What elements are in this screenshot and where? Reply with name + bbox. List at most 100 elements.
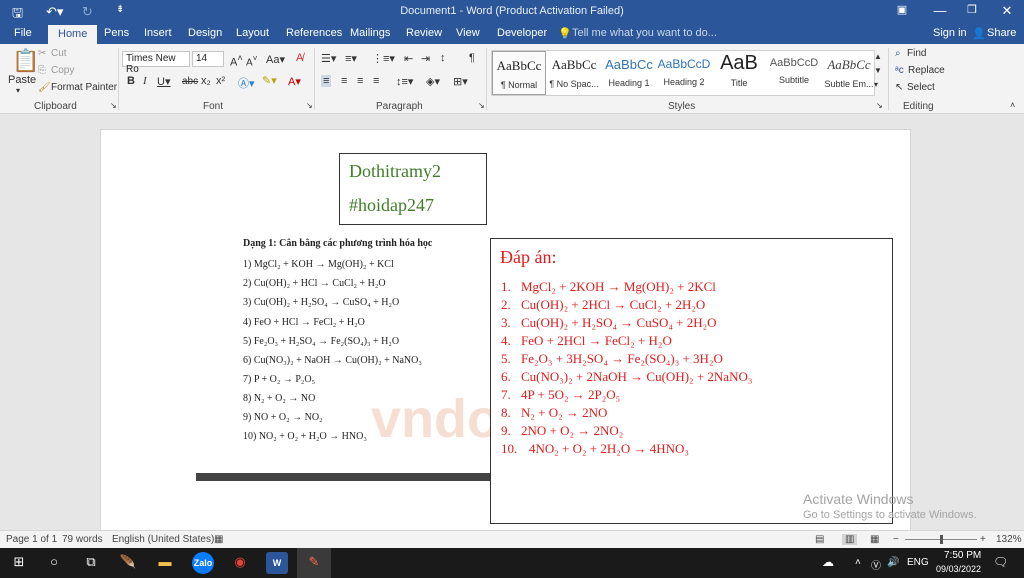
tab-file[interactable]: File	[14, 27, 32, 39]
share-button[interactable]: Share	[987, 27, 1016, 39]
zoom-slider-thumb[interactable]	[940, 535, 943, 544]
clock-date[interactable]: 09/03/2022	[936, 564, 981, 574]
select-icon[interactable]: ↖	[895, 82, 903, 93]
tab-references[interactable]: References	[286, 27, 342, 39]
style-subtitle[interactable]: AaBbCcD Subtitle	[767, 51, 821, 95]
zoom-in-button[interactable]: +	[980, 534, 986, 545]
align-center-icon[interactable]: ≡	[341, 75, 347, 87]
sign-in-link[interactable]: Sign in	[933, 27, 967, 39]
restore-button[interactable]: ❐	[957, 3, 987, 16]
answer-text-box[interactable]: Đáp án: 1. MgCl₂ + 2KOH → Mg(OH)₂ + 2KCl …	[490, 238, 893, 524]
text-effects-icon[interactable]: Ⓐ▾	[238, 75, 255, 91]
clipboard-launcher-icon[interactable]: ↘	[110, 101, 117, 110]
shading-icon[interactable]: ◈▾	[426, 75, 440, 88]
cut-button[interactable]: Cut	[51, 48, 67, 59]
grow-font-icon[interactable]: A˄	[230, 53, 243, 69]
read-mode-icon[interactable]: ▤	[815, 534, 824, 545]
web-layout-icon[interactable]: ▦	[870, 534, 879, 545]
zalo-icon[interactable]: Zalo	[192, 552, 214, 574]
highlight-icon[interactable]: ✎▾	[262, 74, 277, 87]
close-button[interactable]: ✕	[992, 3, 1022, 19]
font-size-combo[interactable]: 14	[192, 51, 224, 67]
tab-pens[interactable]: Pens	[104, 27, 129, 39]
format-painter-icon[interactable]: 🖌	[38, 82, 51, 93]
tab-developer[interactable]: Developer	[497, 27, 547, 39]
tab-view[interactable]: View	[456, 27, 480, 39]
notification-icon[interactable]: 🗨	[993, 555, 1008, 569]
print-layout-icon[interactable]: ▥	[842, 534, 858, 545]
format-painter-button[interactable]: Format Painter	[51, 82, 117, 93]
font-launcher-icon[interactable]: ↘	[306, 101, 313, 110]
show-hidden-icons[interactable]: ˄	[855, 557, 861, 568]
align-right-icon[interactable]: ≡	[357, 75, 363, 87]
bold-button[interactable]: B	[127, 75, 135, 87]
multilevel-list-icon[interactable]: ⋮≡▾	[372, 52, 395, 65]
onedrive-icon[interactable]: ☁	[822, 555, 834, 569]
search-icon[interactable]: ○	[43, 554, 65, 569]
change-case-icon[interactable]: Aa▾	[266, 53, 285, 66]
styles-scroll-up-icon[interactable]: ▲	[874, 52, 882, 61]
paste-icon[interactable]: 📋	[12, 48, 39, 74]
numbering-icon[interactable]: ≡▾	[345, 52, 357, 65]
volume-icon[interactable]: 🔊	[887, 557, 899, 568]
zoom-out-button[interactable]: −	[893, 534, 899, 545]
copy-icon[interactable]: ⎘	[38, 65, 46, 76]
superscript-button[interactable]: x²	[216, 75, 225, 87]
font-name-combo[interactable]: Times New Ro	[122, 51, 190, 75]
tell-me-search[interactable]: Tell me what you want to do...	[572, 27, 717, 39]
style-subtle-emphasis[interactable]: AaBbCc Subtle Em...	[822, 51, 876, 95]
document-page[interactable]: Dothitramy2 #hoidap247 vndoc Dạng 1: Cân…	[100, 129, 911, 539]
show-marks-icon[interactable]: ¶	[469, 52, 475, 64]
feather-app-icon[interactable]: 🪶	[117, 554, 139, 570]
tab-design[interactable]: Design	[188, 27, 222, 39]
file-explorer-icon[interactable]: ▬	[154, 554, 176, 569]
tab-layout[interactable]: Layout	[236, 27, 269, 39]
line-spacing-icon[interactable]: ↕≡▾	[396, 75, 413, 88]
pen-app-icon[interactable]: ✎	[303, 554, 325, 570]
clock-time[interactable]: 7:50 PM	[944, 550, 981, 561]
style-heading-2[interactable]: AaBbCcD Heading 2	[657, 51, 711, 95]
replace-icon[interactable]: ᵃc	[895, 65, 904, 76]
word-count[interactable]: 79 words	[62, 534, 103, 545]
minimize-button[interactable]: —	[925, 3, 955, 18]
tab-review[interactable]: Review	[406, 27, 442, 39]
decrease-indent-icon[interactable]: ⇤	[404, 52, 413, 65]
clear-formatting-icon[interactable]: A̸	[296, 52, 303, 64]
sort-icon[interactable]: ↕	[440, 52, 446, 64]
style-no-spacing[interactable]: AaBbCc ¶ No Spac...	[547, 51, 601, 95]
macro-record-icon[interactable]: ▦	[214, 534, 223, 545]
paragraph-launcher-icon[interactable]: ↘	[478, 101, 485, 110]
paste-dropdown-icon[interactable]: ▾	[16, 86, 20, 95]
ribbon-display-options-icon[interactable]: ▣	[887, 3, 917, 16]
paste-button[interactable]: Paste	[8, 74, 36, 86]
font-color-icon[interactable]: A▾	[288, 75, 301, 88]
justify-icon[interactable]: ≡	[373, 75, 379, 87]
windows-start-icon[interactable]: ⊞	[8, 554, 30, 570]
increase-indent-icon[interactable]: ⇥	[421, 52, 430, 65]
replace-button[interactable]: Replace	[908, 65, 945, 76]
worksheet-image[interactable]: vndoc Dạng 1: Cân bằng các phương trình …	[221, 228, 530, 454]
cut-icon[interactable]: ✂	[38, 48, 46, 59]
input-language[interactable]: ENG	[907, 557, 929, 568]
shrink-font-icon[interactable]: A˅	[246, 53, 258, 68]
styles-scroll-down-icon[interactable]: ▼	[874, 66, 882, 75]
copy-button[interactable]: Copy	[51, 65, 74, 76]
subscript-button[interactable]: x₂	[201, 75, 211, 87]
styles-launcher-icon[interactable]: ↘	[876, 101, 883, 110]
chrome-icon[interactable]: ◉	[229, 554, 251, 570]
task-view-icon[interactable]: ⧉	[80, 554, 102, 570]
find-button[interactable]: Find	[907, 48, 926, 59]
borders-icon[interactable]: ⊞▾	[453, 75, 468, 88]
language-status[interactable]: English (United States)	[112, 534, 214, 545]
author-text-box[interactable]: Dothitramy2 #hoidap247	[339, 153, 487, 225]
zoom-level[interactable]: 132%	[996, 534, 1022, 545]
strikethrough-button[interactable]: abc	[182, 76, 198, 87]
vpn-icon[interactable]: Ⓥ	[871, 557, 881, 572]
select-button[interactable]: Select	[907, 82, 935, 93]
align-left-icon[interactable]: ≡	[321, 75, 332, 87]
page-count[interactable]: Page 1 of 1	[6, 534, 57, 545]
tab-mailings[interactable]: Mailings	[350, 27, 390, 39]
style-heading-1[interactable]: AaBbCc Heading 1	[602, 51, 656, 95]
word-icon[interactable]: W	[266, 552, 288, 574]
style-normal[interactable]: AaBbCc ¶ Normal	[492, 51, 546, 95]
